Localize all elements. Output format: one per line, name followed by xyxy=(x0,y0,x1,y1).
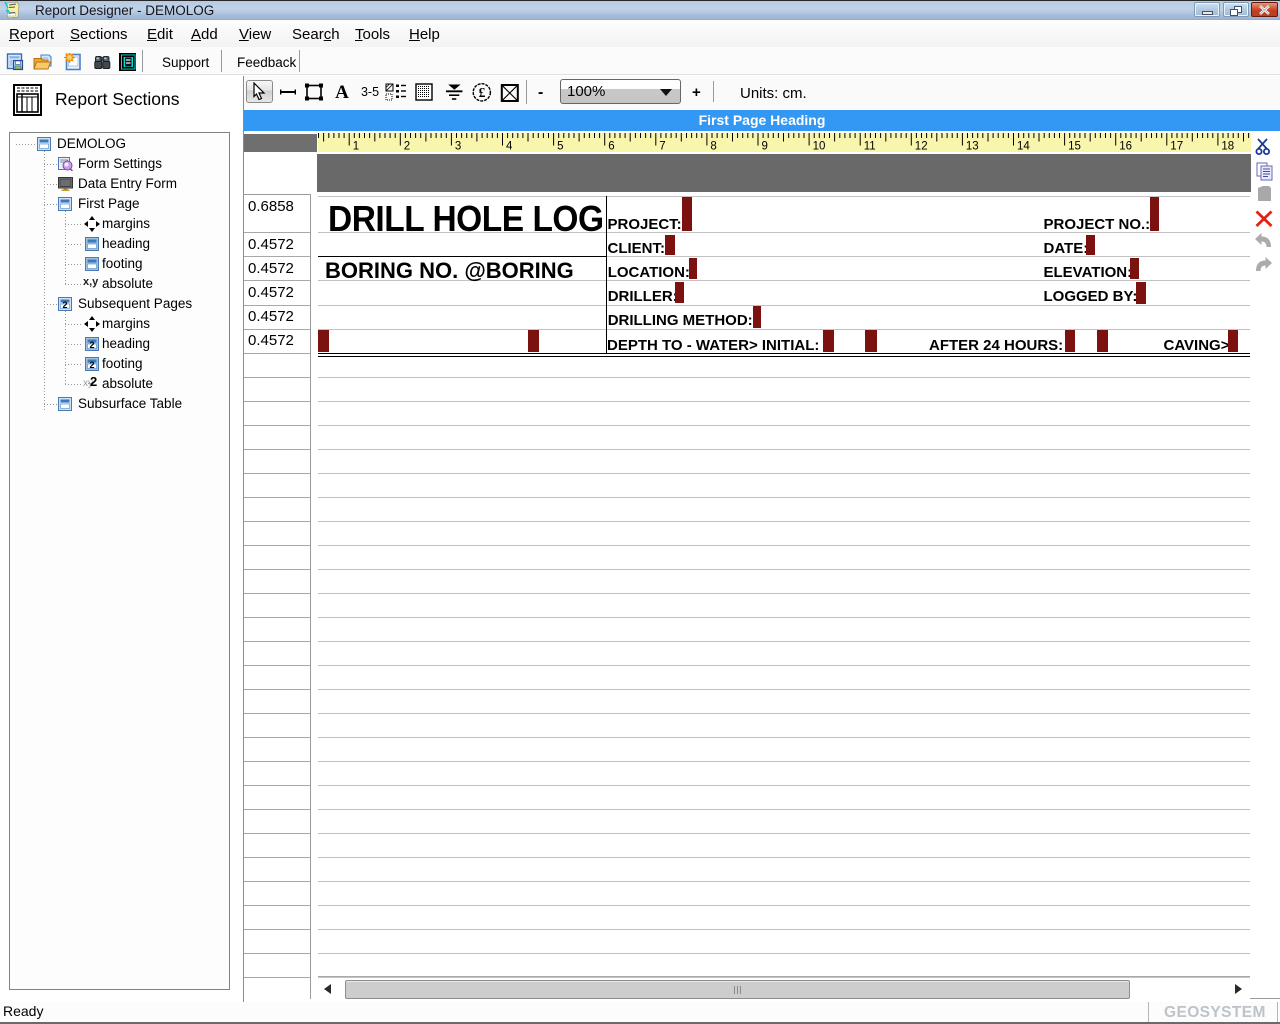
svg-text:4: 4 xyxy=(506,141,513,153)
svg-text:16: 16 xyxy=(1119,141,1132,153)
svg-text:10: 10 xyxy=(813,141,826,153)
svg-text:3-5: 3-5 xyxy=(361,85,379,99)
svg-text:1: 1 xyxy=(353,141,359,153)
svg-text:12: 12 xyxy=(915,141,928,153)
svg-text:5: 5 xyxy=(557,141,563,153)
svg-text:2: 2 xyxy=(89,340,94,350)
svg-text:9: 9 xyxy=(762,141,768,153)
svg-text:14: 14 xyxy=(1017,141,1030,153)
svg-text:2: 2 xyxy=(89,360,94,370)
svg-text:£: £ xyxy=(479,85,486,100)
svg-text:18: 18 xyxy=(1221,141,1234,153)
svg-text:6: 6 xyxy=(608,141,614,153)
svg-text:13: 13 xyxy=(966,141,979,153)
svg-text:3: 3 xyxy=(455,141,461,153)
svg-text:11: 11 xyxy=(864,141,876,153)
svg-text:8: 8 xyxy=(710,141,716,153)
svg-text:17: 17 xyxy=(1170,141,1183,153)
svg-text:15: 15 xyxy=(1068,141,1081,153)
svg-text:7: 7 xyxy=(659,141,665,153)
svg-text:2: 2 xyxy=(404,141,410,153)
svg-text:A: A xyxy=(335,82,349,102)
svg-text:2: 2 xyxy=(62,300,67,310)
